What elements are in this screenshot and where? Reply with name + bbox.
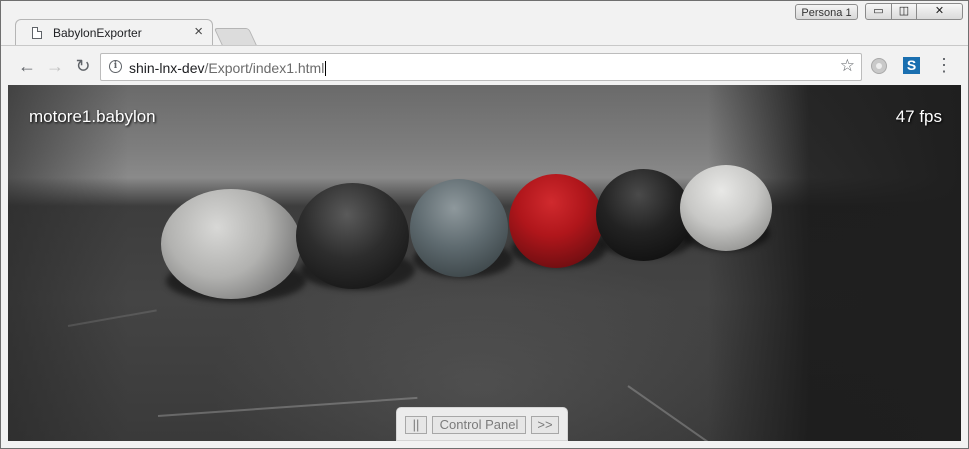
profile-button[interactable]: Persona 1 <box>795 4 858 20</box>
control-panel-button[interactable]: Control Panel <box>432 416 526 434</box>
fps-counter: 47 fps <box>895 107 942 126</box>
info-icon[interactable]: i <box>109 60 122 73</box>
back-icon[interactable]: ← <box>16 55 38 77</box>
expand-button[interactable]: >> <box>531 416 559 434</box>
scene-wall-right <box>708 85 961 441</box>
url-host: shin-lnx-dev <box>129 60 205 76</box>
document-icon <box>32 27 42 39</box>
maximize-button[interactable]: ◫ <box>891 3 917 20</box>
sphere-blue-grey <box>410 179 508 277</box>
tab-title: BabylonExporter <box>53 26 142 40</box>
new-tab-button[interactable] <box>213 28 258 46</box>
scene-title: motore1.babylon <box>29 107 156 126</box>
sphere-stone <box>161 189 301 299</box>
extension-s-icon[interactable]: S <box>903 57 920 74</box>
tab-babylon-exporter[interactable]: BabylonExporter × <box>15 19 213 46</box>
browser-toolbar: ← → ↻ i shin-lnx-dev/Export/index1.html … <box>1 45 968 85</box>
minimize-button[interactable]: ▭ <box>865 3 892 20</box>
extension-icon[interactable] <box>871 58 887 74</box>
text-caret <box>325 61 327 76</box>
forward-icon[interactable]: → <box>44 55 66 77</box>
tab-close-icon[interactable]: × <box>194 23 203 41</box>
sphere-black <box>596 169 691 261</box>
pause-button[interactable]: || <box>405 416 427 434</box>
floor-crack <box>157 396 418 417</box>
address-bar[interactable]: i shin-lnx-dev/Export/index1.html ☆ <box>100 53 862 81</box>
menu-icon[interactable]: ⋮ <box>935 55 953 77</box>
render-canvas[interactable]: motore1.babylon 47 fps || Control Panel … <box>8 85 961 441</box>
sphere-red <box>509 174 603 268</box>
url-text[interactable]: shin-lnx-dev/Export/index1.html <box>129 60 327 76</box>
sphere-dark-metal <box>296 183 409 289</box>
sphere-white <box>680 165 772 251</box>
bookmark-star-icon[interactable]: ☆ <box>840 56 855 76</box>
close-window-button[interactable]: ✕ <box>916 3 963 20</box>
reload-icon[interactable]: ↻ <box>72 55 94 77</box>
browser-window: BabylonExporter × Persona 1 ▭ ◫ ✕ ← → ↻ … <box>0 0 969 449</box>
tab-strip: BabylonExporter × Persona 1 ▭ ◫ ✕ <box>1 1 968 46</box>
scene-wall-left <box>8 85 128 441</box>
url-path: /Export/index1.html <box>204 60 325 76</box>
control-panel-bar: || Control Panel >> <box>396 407 568 441</box>
